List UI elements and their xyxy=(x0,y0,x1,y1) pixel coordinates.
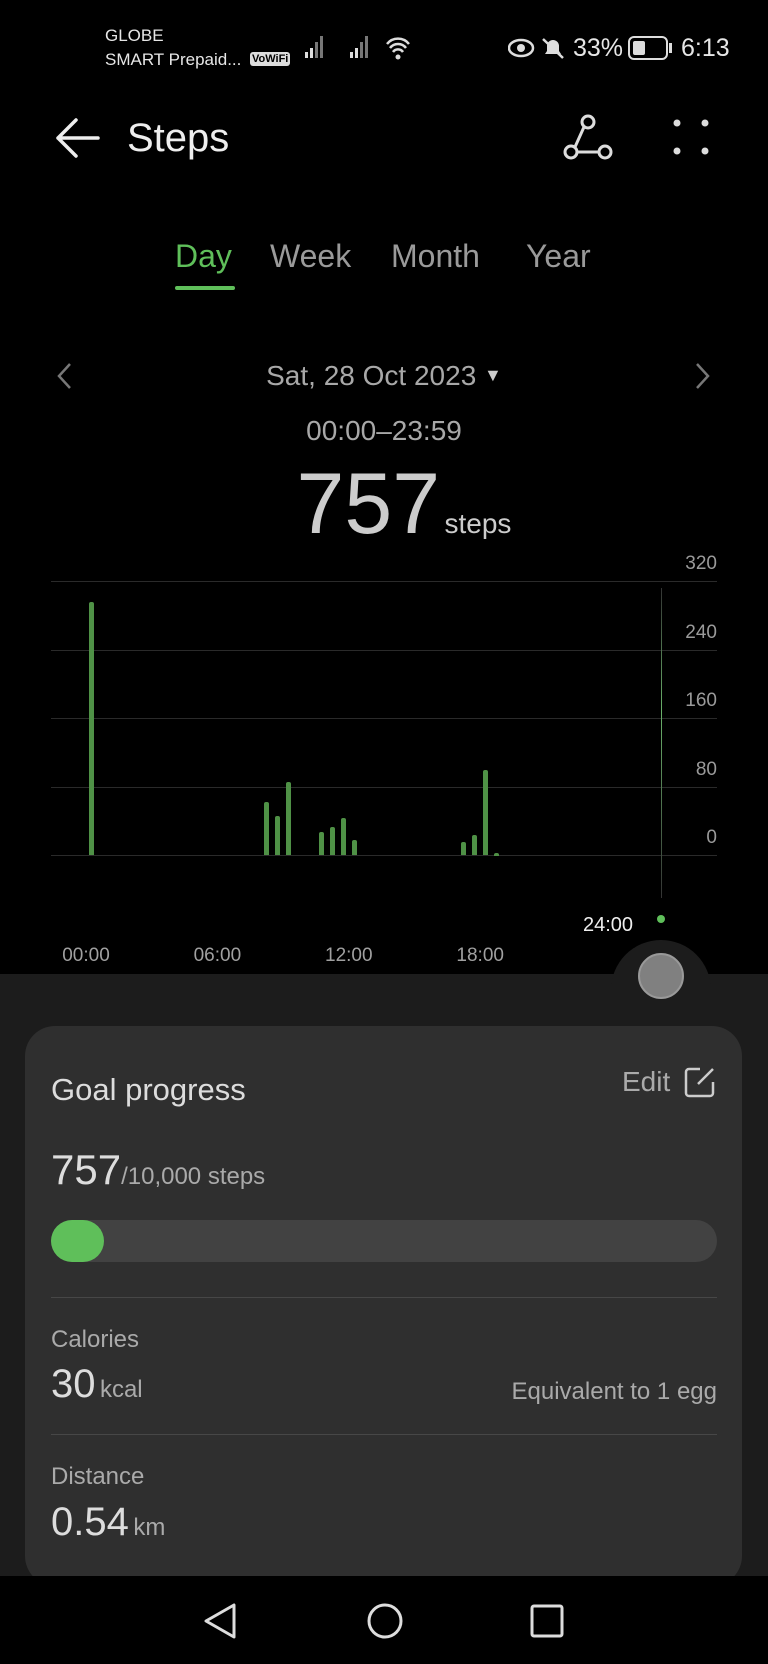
nav-home-icon[interactable] xyxy=(366,1602,404,1640)
x-tick-label: 06:00 xyxy=(193,945,242,966)
tab-week[interactable]: Week xyxy=(270,238,351,275)
date-label: Sat, 28 Oct 2023 xyxy=(266,360,477,391)
calories-value: 30 xyxy=(51,1362,96,1406)
nav-recents-icon[interactable] xyxy=(530,1604,564,1638)
goal-progress-fill xyxy=(51,1220,104,1262)
clock: 6:13 xyxy=(681,34,730,62)
more-icon[interactable] xyxy=(672,118,710,156)
x-tick-label: 00:00 xyxy=(62,945,110,966)
steps-summary: 757 steps xyxy=(0,455,768,554)
goal-current: 757 xyxy=(51,1146,122,1193)
tab-day[interactable]: Day xyxy=(175,238,232,275)
goal-target: /10,000 steps xyxy=(121,1163,266,1190)
gridline xyxy=(51,718,717,719)
eye-mute-icons xyxy=(508,38,564,59)
step-bar[interactable] xyxy=(318,831,324,855)
vowifi-badge: VoWiFi xyxy=(250,52,291,66)
step-bar[interactable] xyxy=(88,601,94,855)
step-bar[interactable] xyxy=(286,782,292,855)
gridline xyxy=(51,649,717,651)
step-bar[interactable] xyxy=(329,826,335,855)
step-bar[interactable] xyxy=(494,853,500,857)
step-bar[interactable] xyxy=(472,835,478,855)
gridline xyxy=(51,786,717,788)
gridline xyxy=(51,581,717,582)
goal-progress-bar xyxy=(51,1220,717,1262)
time-cursor-line[interactable] xyxy=(661,588,662,898)
steps-total: 757 xyxy=(296,456,441,552)
distance-unit: km xyxy=(133,1514,166,1541)
y-tick-label: 80 xyxy=(695,758,717,780)
distance-value-row: 0.54 km xyxy=(51,1500,165,1545)
goal-count: 757/10,000 steps xyxy=(51,1146,265,1194)
calories-equivalent: Equivalent to 1 egg xyxy=(511,1378,718,1405)
carrier-1: GLOBE xyxy=(105,26,164,45)
step-bar[interactable] xyxy=(461,842,467,855)
gridline xyxy=(51,855,717,856)
nav-back-icon[interactable] xyxy=(203,1602,237,1640)
step-bar[interactable] xyxy=(340,818,346,855)
goal-card: Goal progress Edit 757/10,000 steps Calo… xyxy=(25,1026,742,1586)
y-tick-label: 160 xyxy=(685,690,717,711)
signal-wifi-icon xyxy=(305,36,410,60)
step-bar[interactable] xyxy=(483,770,489,855)
step-bar[interactable] xyxy=(351,840,357,855)
tab-month[interactable]: Month xyxy=(391,238,480,275)
y-tick-label: 320 xyxy=(685,553,717,574)
distance-value: 0.54 xyxy=(51,1500,129,1544)
back-arrow-icon[interactable] xyxy=(54,116,100,160)
edit-button[interactable]: Edit xyxy=(622,1066,670,1098)
calories-label: Calories xyxy=(51,1326,140,1353)
edit-icon[interactable] xyxy=(684,1066,716,1098)
divider xyxy=(51,1434,717,1435)
cursor-dot xyxy=(657,915,665,923)
y-tick-label: 0 xyxy=(706,827,717,848)
y-tick-label: 240 xyxy=(685,621,717,643)
tab-year[interactable]: Year xyxy=(526,238,591,275)
cursor-time-label: 24:00 xyxy=(583,914,634,936)
step-bar[interactable] xyxy=(275,816,281,855)
page-title: Steps xyxy=(127,116,230,160)
navigation-bar xyxy=(0,1576,768,1664)
x-tick-label: 18:00 xyxy=(456,945,504,966)
steps-unit: steps xyxy=(444,508,512,539)
distance-label: Distance xyxy=(51,1463,145,1490)
battery-percent: 33% xyxy=(573,34,624,62)
time-slider-knob[interactable] xyxy=(638,953,684,999)
step-bar[interactable] xyxy=(264,801,270,855)
date-selector[interactable]: Sat, 28 Oct 2023 ▼ xyxy=(0,360,768,392)
dropdown-triangle-icon: ▼ xyxy=(484,365,502,385)
calories-value-row: 30 kcal xyxy=(51,1362,143,1407)
carrier-2: SMART Prepaid... xyxy=(105,50,242,69)
tab-underline xyxy=(175,286,235,290)
share-route-icon[interactable] xyxy=(563,114,613,160)
calories-unit: kcal xyxy=(99,1376,143,1403)
x-tick-label: 12:00 xyxy=(325,945,373,966)
battery-icon xyxy=(628,36,672,60)
goal-title: Goal progress xyxy=(51,1072,246,1107)
divider xyxy=(51,1297,717,1298)
time-range: 00:00–23:59 xyxy=(306,415,462,446)
